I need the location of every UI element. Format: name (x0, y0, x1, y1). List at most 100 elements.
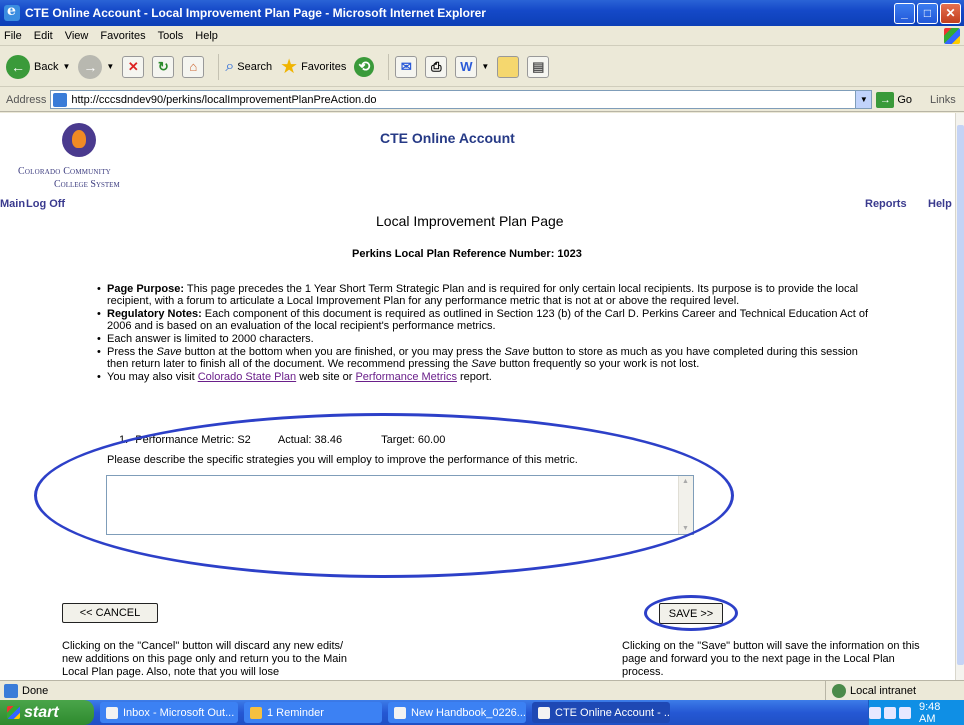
list-item: Each answer is limited to 2000 character… (97, 333, 877, 345)
minimize-button[interactable]: _ (894, 2, 915, 24)
task-label: New Handbook_0226... (411, 706, 526, 719)
maximize-button[interactable]: □ (917, 2, 938, 24)
word-icon (394, 706, 406, 719)
taskbar-item-handbook[interactable]: New Handbook_0226... (388, 702, 526, 723)
menu-edit[interactable]: Edit (34, 30, 53, 42)
links-button[interactable]: Links (930, 94, 956, 106)
browser-window: CTE Online Account - Local Improvement P… (0, 0, 964, 725)
close-button[interactable]: ✕ (940, 2, 961, 24)
logo-line-1: Colorado Community (18, 166, 111, 177)
word-icon: W (455, 55, 478, 78)
save-note: Clicking on the "Save" button will save … (622, 640, 920, 678)
address-label: Address (6, 93, 47, 106)
forward-button[interactable]: → ▼ (78, 54, 114, 79)
list-item: Regulatory Notes: Each component of this… (97, 308, 877, 332)
mail-button[interactable]: ✉ (395, 55, 418, 78)
taskbar-item-outlook[interactable]: Inbox - Microsoft Out... (100, 702, 238, 723)
favorites-button[interactable]: ★ Favorites (280, 54, 346, 79)
list-item: Page Purpose: This page precedes the 1 Y… (97, 283, 877, 307)
folder-button[interactable] (497, 55, 520, 78)
start-button[interactable]: start (0, 700, 94, 725)
chevron-down-icon[interactable]: ▼ (855, 91, 872, 108)
address-bar: Address http://cccsdndev90/perkins/local… (0, 88, 964, 112)
purpose-label: Page Purpose: (107, 283, 185, 295)
scrollbar-thumb[interactable] (957, 125, 964, 665)
address-url: http://cccsdndev90/perkins/localImprovem… (71, 93, 377, 106)
address-input[interactable]: http://cccsdndev90/perkins/localImprovem… (50, 90, 873, 109)
instructions-list: Page Purpose: This page precedes the 1 Y… (97, 283, 877, 384)
go-arrow-icon: → (876, 91, 895, 108)
menu-view[interactable]: View (65, 30, 89, 42)
go-label: Go (897, 93, 913, 106)
tray-icon[interactable] (884, 706, 896, 719)
window-title: CTE Online Account - Local Improvement P… (25, 6, 486, 20)
status-text: Done (22, 684, 49, 697)
go-button[interactable]: → Go (876, 91, 913, 108)
page-done-icon (4, 683, 18, 698)
favorites-label: Favorites (301, 60, 347, 73)
page-icon (53, 92, 68, 107)
search-button[interactable]: ⌕ Search (225, 58, 272, 76)
folder-icon (497, 55, 520, 78)
highlight-ellipse (34, 413, 734, 578)
visit-text-1: You may also visit (107, 371, 198, 383)
intranet-icon (832, 684, 846, 698)
menu-favorites[interactable]: Favorites (100, 30, 145, 42)
page-scrollbar[interactable] (955, 113, 964, 680)
edit-button[interactable]: W ▼ (455, 55, 490, 78)
print-button[interactable]: ⎙ (425, 55, 448, 78)
tray-icon[interactable] (869, 706, 881, 719)
toolbar: ← Back ▼ → ▼ ✕ ↻ ⌂ ⌕ Search ★ Favorites … (0, 47, 964, 87)
back-arrow-icon: ← (6, 54, 30, 79)
nav-main-link[interactable]: Main (0, 198, 25, 210)
print-icon: ⎙ (425, 55, 448, 78)
logo-mark-icon (62, 123, 96, 157)
menu-file[interactable]: File (4, 30, 22, 42)
title-bar[interactable]: CTE Online Account - Local Improvement P… (0, 0, 964, 26)
refresh-button[interactable]: ↻ (152, 55, 175, 78)
history-icon: ⟲ (354, 56, 375, 77)
save-word-1: Save (156, 346, 182, 358)
taskbar-item-cte[interactable]: CTE Online Account - ... (532, 702, 670, 723)
colorado-state-plan-link[interactable]: Colorado State Plan (198, 371, 296, 383)
nav-help-link[interactable]: Help (928, 198, 952, 210)
home-button[interactable]: ⌂ (182, 55, 205, 78)
logo-line-2: College System (54, 179, 120, 190)
back-button[interactable]: ← Back ▼ (6, 54, 70, 79)
chevron-down-icon: ▼ (481, 62, 490, 71)
taskbar-item-reminder[interactable]: 1 Reminder (244, 702, 382, 723)
system-tray: 9:48 AM (868, 700, 964, 725)
stop-button[interactable]: ✕ (122, 55, 145, 78)
regulatory-label: Regulatory Notes: (107, 308, 202, 320)
menu-tools[interactable]: Tools (158, 30, 184, 42)
app-title: CTE Online Account (380, 130, 515, 146)
ie-icon (538, 706, 550, 719)
history-button[interactable]: ⟲ (354, 56, 375, 77)
back-label: Back (34, 60, 59, 73)
stop-icon: ✕ (122, 55, 145, 78)
tray-icon[interactable] (899, 706, 911, 719)
task-label: 1 Reminder (267, 706, 324, 719)
reference-number: Perkins Local Plan Reference Number: 102… (352, 248, 582, 260)
regulatory-text: Each component of this document is requi… (107, 308, 869, 332)
research-button[interactable]: ▤ (527, 55, 550, 78)
cancel-note: Clicking on the "Cancel" button will dis… (62, 640, 347, 678)
cancel-button[interactable]: << CANCEL (62, 603, 158, 623)
visit-text-2: web site or (296, 371, 356, 383)
nav-logoff-link[interactable]: Log Off (26, 198, 65, 210)
list-item: You may also visit Colorado State Plan w… (97, 371, 877, 383)
task-label: Inbox - Microsoft Out... (123, 706, 235, 719)
mail-icon: ✉ (395, 55, 418, 78)
windows-logo-icon (944, 28, 960, 44)
home-icon: ⌂ (182, 55, 205, 78)
research-icon: ▤ (527, 55, 550, 78)
nav-reports-link[interactable]: Reports (865, 198, 907, 210)
save-word-2: Save (504, 346, 530, 358)
ie-icon (4, 3, 20, 21)
search-label: Search (237, 60, 273, 73)
visit-text-3: report. (456, 371, 492, 383)
list-item: Press the Save button at the bottom when… (97, 346, 877, 370)
performance-metrics-link[interactable]: Performance Metrics (355, 371, 456, 383)
menu-help[interactable]: Help (195, 30, 218, 42)
status-bar: Done Local intranet (0, 680, 964, 701)
